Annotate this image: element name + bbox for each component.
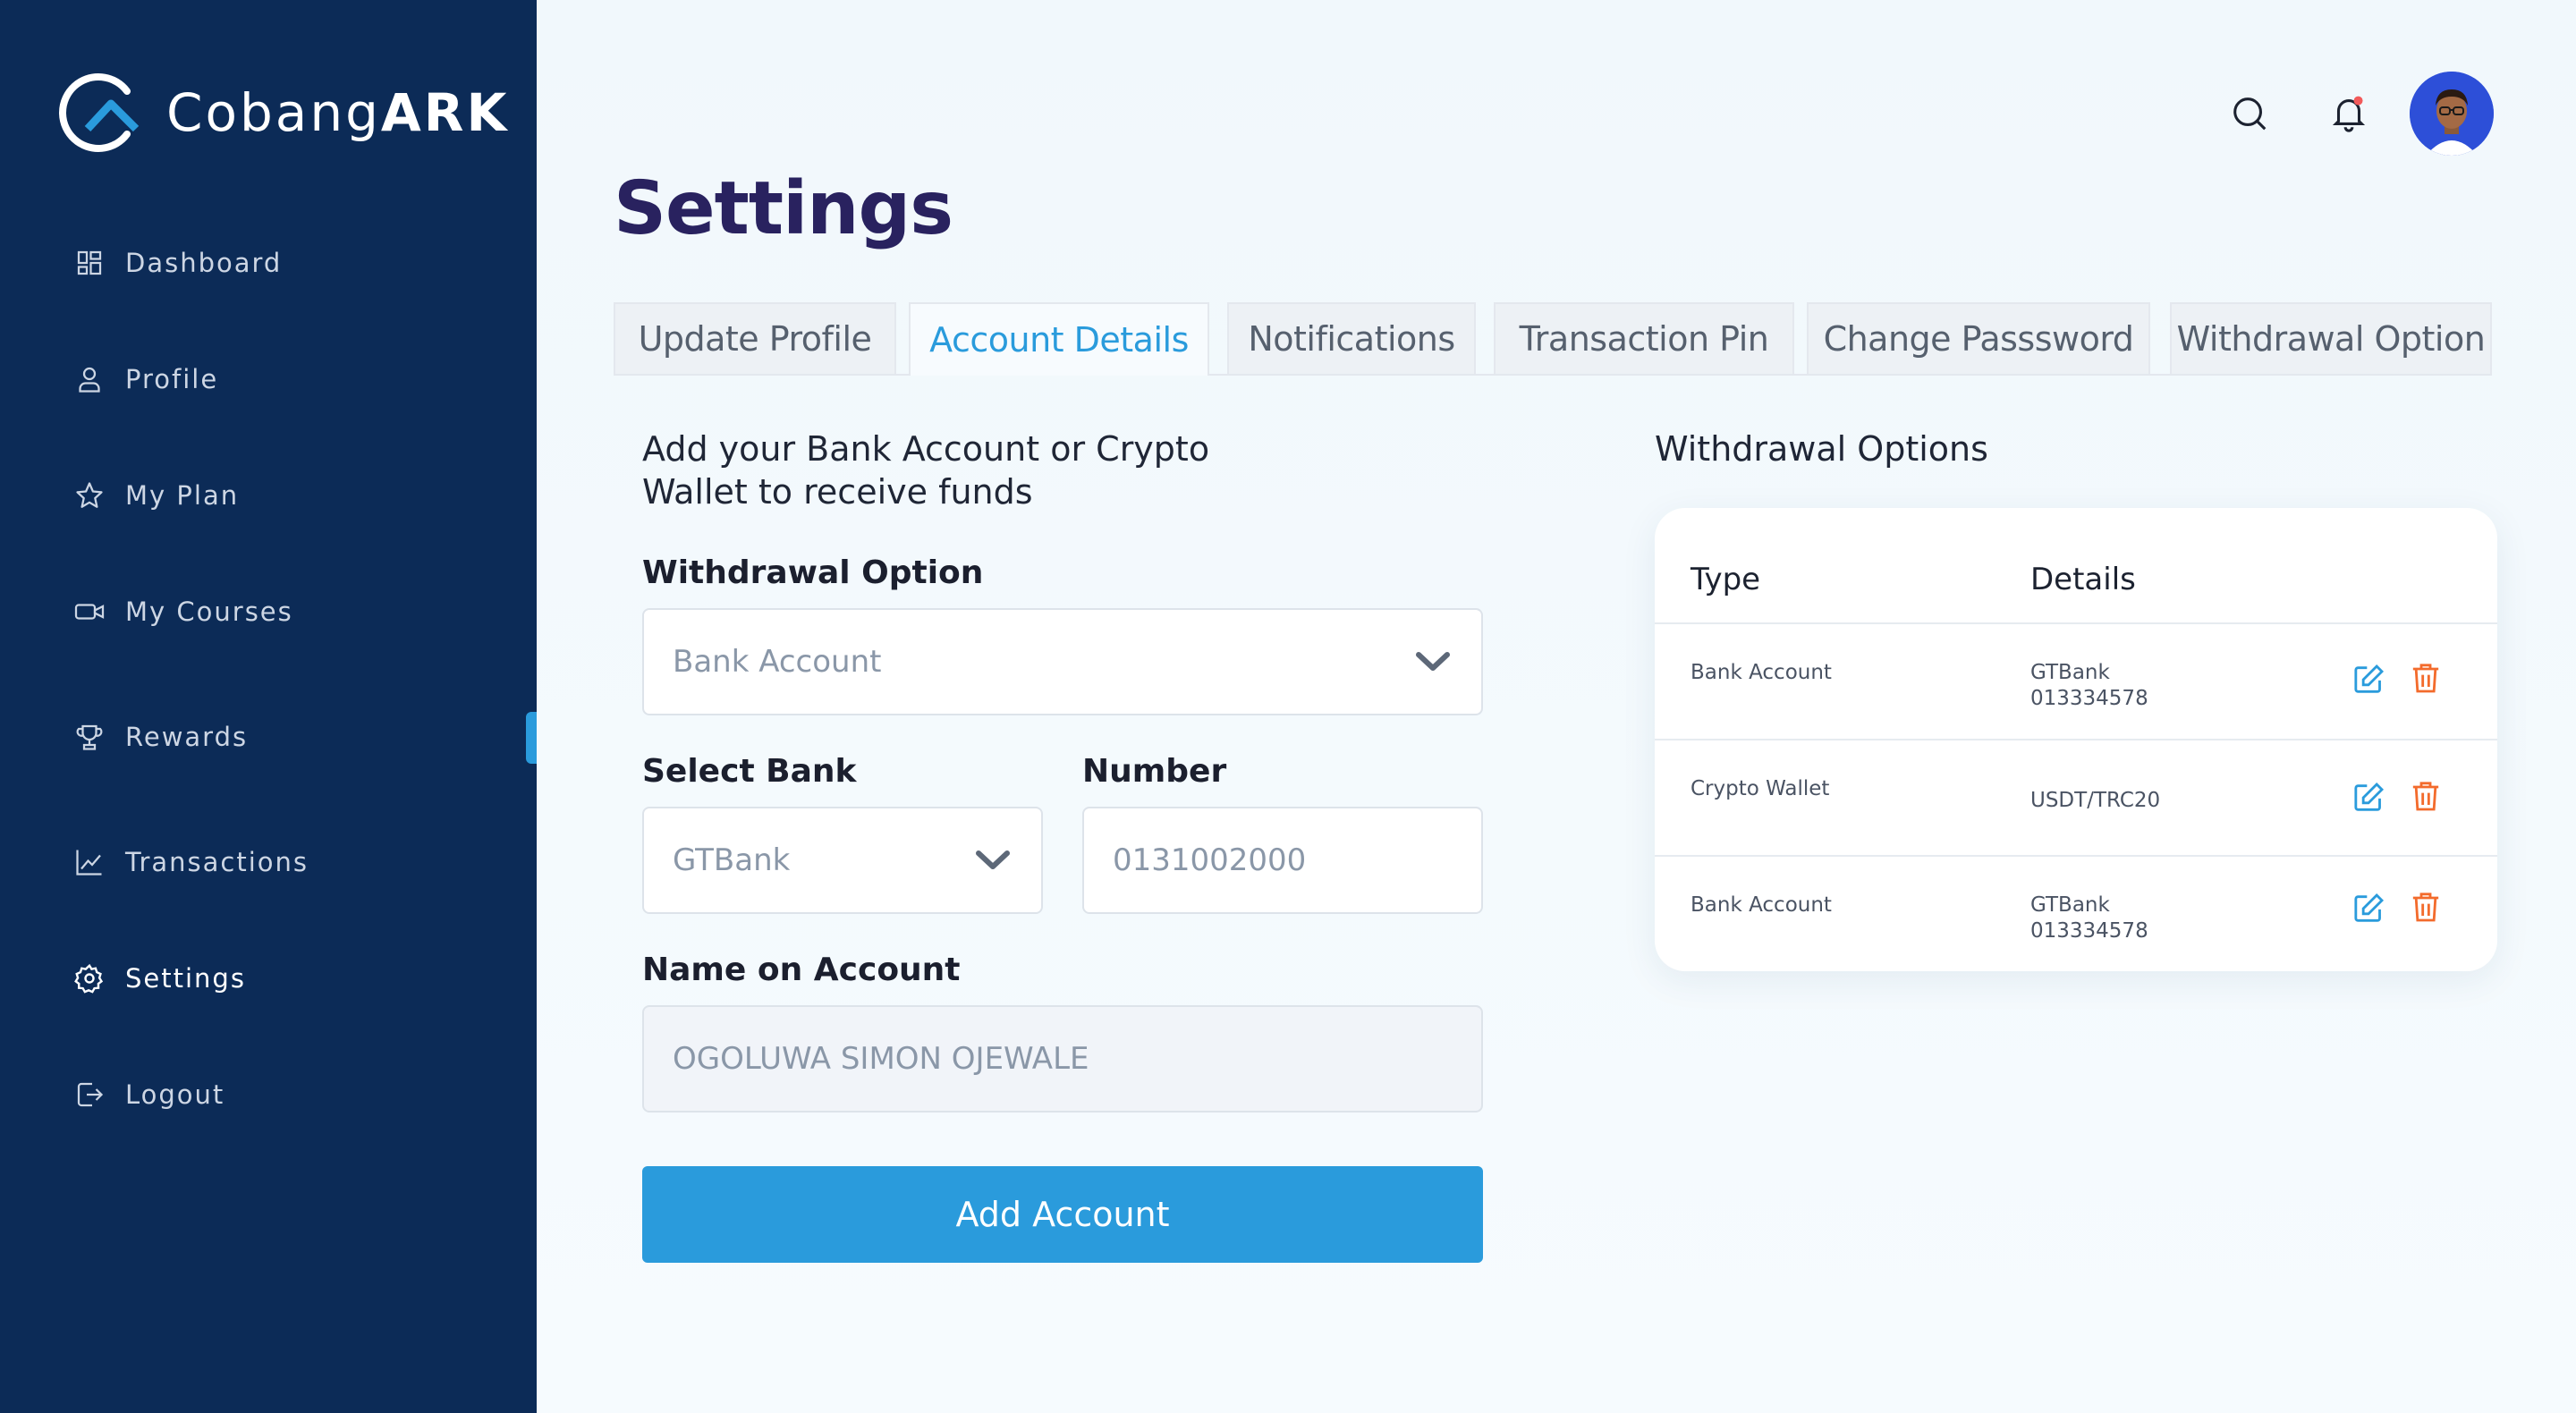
avatar[interactable] [2410,72,2494,156]
tab-change-password[interactable]: Change Passsword [1807,302,2150,374]
sidebar-item-label: Dashboard [125,248,283,278]
star-icon [72,478,107,513]
trophy-icon [72,719,107,755]
settings-tabs: Update Profile Account Details Notificat… [614,302,2492,376]
sidebar-item-dashboard[interactable]: Dashboard [72,236,282,290]
search-icon [2233,97,2267,131]
dashboard-icon [72,245,107,281]
tab-account-details[interactable]: Account Details [909,302,1209,376]
account-number-value: 0131002000 [1113,842,1307,878]
sidebar: CobangARK Dashboard Profile My Plan My C… [0,0,537,1413]
active-indicator [526,712,537,764]
tab-withdrawal-option[interactable]: Withdrawal Option [2170,302,2492,374]
row-details-line2: 013334578 [2030,919,2148,943]
page-title: Settings [614,166,953,251]
chart-icon [72,844,107,880]
notifications-button[interactable] [2326,89,2372,136]
sidebar-item-rewards[interactable]: Rewards [72,710,248,764]
row-details: USDT/TRC20 [2030,776,2160,814]
bank-select[interactable]: GTBank [642,807,1043,914]
brand-name: CobangARK [166,82,509,143]
withdrawal-option-select[interactable]: Bank Account [642,608,1483,715]
withdrawal-option-label: Withdrawal Option [642,554,984,591]
brand-name-bold: ARK [380,82,510,143]
form-intro: Add your Bank Account or Crypto Wallet t… [642,427,1209,513]
account-number-input[interactable]: 0131002000 [1082,807,1483,914]
row-details: GTBank 013334578 [2030,893,2148,944]
sidebar-item-label: My Plan [125,480,240,511]
row-type: Crypto Wallet [1690,777,1830,800]
trash-icon[interactable] [2408,887,2444,926]
chevron-down-icon [1416,652,1450,671]
sidebar-item-label: Settings [125,963,246,994]
chevron-down-icon [976,850,1010,869]
sidebar-item-label: Rewards [125,722,249,752]
trash-icon[interactable] [2408,776,2444,816]
row-details-line2: 013334578 [2030,687,2148,710]
sidebar-item-settings[interactable]: Settings [72,952,246,1005]
row-type: Bank Account [1690,893,1832,917]
form-intro-line2: Wallet to receive funds [642,472,1033,512]
number-label: Number [1082,753,1227,790]
column-header-details: Details [2030,562,2136,597]
logout-icon [72,1077,107,1113]
user-avatar-icon [2410,72,2494,156]
tab-update-profile[interactable]: Update Profile [614,302,896,374]
withdrawal-options-table: Type Details Bank Account GTBank 0133345… [1655,508,2497,971]
sidebar-item-label: Transactions [125,847,309,877]
sidebar-item-my-courses[interactable]: My Courses [72,585,293,639]
brand-logo[interactable]: CobangARK [57,72,509,154]
bell-icon [2332,96,2366,132]
bank-value: GTBank [673,842,791,878]
sidebar-item-label: Profile [125,364,219,394]
table-row: Bank Account GTBank 013334578 [1655,855,2497,973]
tab-transaction-pin[interactable]: Transaction Pin [1494,302,1794,374]
brand-name-light: Cobang [166,82,381,143]
edit-icon[interactable] [2351,660,2386,699]
sidebar-item-label: Logout [125,1079,225,1110]
user-icon [72,361,107,397]
search-button[interactable] [2227,91,2272,136]
name-on-account-value: OGOLUWA SIMON OJEWALE [673,1041,1089,1077]
row-details: GTBank 013334578 [2030,660,2148,712]
tab-notifications[interactable]: Notifications [1227,302,1476,374]
add-account-button[interactable]: Add Account [642,1166,1483,1263]
row-details-line1: GTBank [2030,893,2110,917]
sidebar-item-label: My Courses [125,597,293,627]
sidebar-item-my-plan[interactable]: My Plan [72,469,239,522]
row-type: Bank Account [1690,661,1832,684]
name-on-account-field: OGOLUWA SIMON OJEWALE [642,1005,1483,1113]
sidebar-item-logout[interactable]: Logout [72,1068,225,1121]
row-details-line2: USDT/TRC20 [2030,789,2161,812]
form-intro-line1: Add your Bank Account or Crypto [642,429,1210,469]
table-row: Crypto Wallet USDT/TRC20 [1655,739,2497,857]
row-details-line1: GTBank [2030,661,2110,684]
row-details-line1 [2030,776,2160,788]
sidebar-item-transactions[interactable]: Transactions [72,835,309,889]
video-icon [72,594,107,630]
cobangark-logo-icon [59,73,140,152]
withdrawal-option-value: Bank Account [673,644,882,680]
withdrawal-options-heading: Withdrawal Options [1655,429,1988,469]
column-header-type: Type [1690,562,1761,597]
gear-icon [72,960,107,996]
select-bank-label: Select Bank [642,753,857,790]
sidebar-item-profile[interactable]: Profile [72,352,218,406]
trash-icon[interactable] [2408,658,2444,698]
edit-icon[interactable] [2351,778,2386,817]
edit-icon[interactable] [2351,889,2386,928]
name-on-account-label: Name on Account [642,952,961,988]
table-row: Bank Account GTBank 013334578 [1655,622,2497,740]
